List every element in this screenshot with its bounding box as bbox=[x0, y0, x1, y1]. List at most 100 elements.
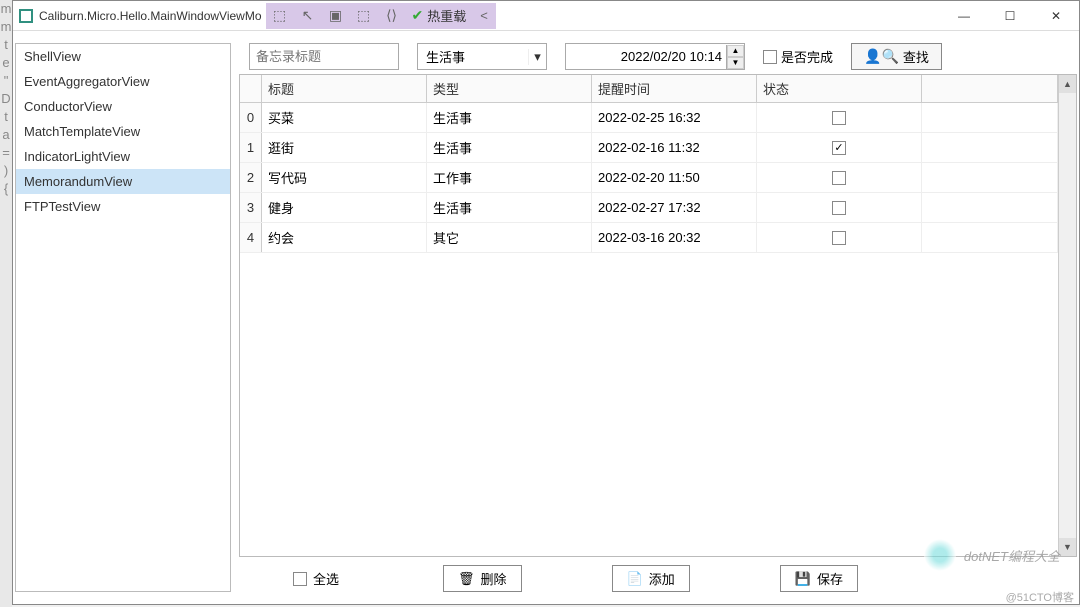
search-label: 查找 bbox=[903, 47, 929, 66]
trash-icon: 🗑 bbox=[458, 571, 475, 587]
cell-empty bbox=[922, 103, 1058, 132]
filter-row: 生活事 ▾ 2022/02/20 10:14 ▲ ▼ 是否完成 👤🔍 查找 bbox=[239, 43, 1077, 70]
vertical-scrollbar[interactable]: ▲ ▼ bbox=[1058, 75, 1076, 556]
scroll-down-icon[interactable]: ▼ bbox=[1059, 538, 1076, 556]
sidebar-item-eventaggregatorview[interactable]: EventAggregatorView bbox=[16, 69, 230, 94]
cell-empty bbox=[922, 133, 1058, 162]
sidebar-item-matchtemplateview[interactable]: MatchTemplateView bbox=[16, 119, 230, 144]
title-input[interactable] bbox=[249, 43, 399, 70]
close-button[interactable]: ✕ bbox=[1033, 1, 1079, 31]
tool-icon-1[interactable]: ⬚ bbox=[266, 4, 294, 28]
cell-title[interactable]: 买菜 bbox=[262, 103, 427, 132]
titlebar: Caliburn.Micro.Hello.MainWindowViewMo ⬚ … bbox=[13, 1, 1079, 31]
maximize-button[interactable]: ☐ bbox=[987, 1, 1033, 31]
cell-time[interactable]: 2022-03-16 20:32 bbox=[592, 223, 757, 252]
row-index: 1 bbox=[240, 133, 262, 162]
sidebar-item-ftptestview[interactable]: FTPTestView bbox=[16, 194, 230, 219]
checkbox-icon[interactable]: ✓ bbox=[832, 141, 846, 155]
delete-button[interactable]: 🗑 删除 bbox=[443, 565, 522, 592]
cell-empty bbox=[922, 163, 1058, 192]
minimize-button[interactable]: — bbox=[941, 1, 987, 31]
watermark: dotNET编程大全 bbox=[924, 539, 1060, 571]
rowhead-corner bbox=[240, 75, 262, 102]
window-title: Caliburn.Micro.Hello.MainWindowViewMo bbox=[39, 9, 262, 23]
cell-title[interactable]: 健身 bbox=[262, 193, 427, 222]
checkbox-icon[interactable] bbox=[832, 201, 846, 215]
done-label: 是否完成 bbox=[781, 47, 833, 66]
tool-icon-2[interactable]: ↖ bbox=[294, 4, 322, 28]
data-grid: 标题 类型 提醒时间 状态 0买菜生活事2022-02-25 16:321逛街生… bbox=[239, 74, 1077, 557]
col-header-type[interactable]: 类型 bbox=[427, 75, 592, 102]
col-header-title[interactable]: 标题 bbox=[262, 75, 427, 102]
cell-type[interactable]: 生活事 bbox=[427, 193, 592, 222]
save-label: 保存 bbox=[817, 569, 843, 588]
table-row[interactable]: 3健身生活事2022-02-27 17:32 bbox=[240, 193, 1058, 223]
scroll-up-icon[interactable]: ▲ bbox=[1059, 75, 1076, 93]
cell-status[interactable] bbox=[757, 163, 922, 192]
checkbox-icon[interactable] bbox=[763, 50, 777, 64]
table-row[interactable]: 2写代码工作事2022-02-20 11:50 bbox=[240, 163, 1058, 193]
checkbox-icon[interactable] bbox=[293, 572, 307, 586]
cell-title[interactable]: 写代码 bbox=[262, 163, 427, 192]
cell-status[interactable]: ✓ bbox=[757, 133, 922, 162]
hot-reload-button[interactable]: ✔ 热重载 bbox=[406, 6, 473, 25]
row-index: 3 bbox=[240, 193, 262, 222]
spin-down-icon[interactable]: ▼ bbox=[727, 57, 744, 69]
sidebar-item-memorandumview[interactable]: MemorandumView bbox=[16, 169, 230, 194]
watermark-logo-icon bbox=[924, 539, 956, 571]
tool-icon-5[interactable]: ⟨⟩ bbox=[378, 4, 406, 28]
cell-status[interactable] bbox=[757, 193, 922, 222]
save-button[interactable]: 💾 保存 bbox=[780, 565, 858, 592]
cell-empty bbox=[922, 223, 1058, 252]
type-combo[interactable]: 生活事 ▾ bbox=[417, 43, 547, 70]
app-icon bbox=[19, 9, 33, 23]
table-row[interactable]: 1逛街生活事2022-02-16 11:32 ✓ bbox=[240, 133, 1058, 163]
cell-time[interactable]: 2022-02-25 16:32 bbox=[592, 103, 757, 132]
add-icon: 📄 bbox=[627, 571, 643, 587]
chevron-left-icon[interactable]: < bbox=[472, 8, 496, 23]
type-selected: 生活事 bbox=[418, 47, 528, 66]
cell-time[interactable]: 2022-02-27 17:32 bbox=[592, 193, 757, 222]
cell-type[interactable]: 工作事 bbox=[427, 163, 592, 192]
datetime-picker[interactable]: 2022/02/20 10:14 ▲ ▼ bbox=[565, 43, 745, 70]
add-label: 添加 bbox=[649, 569, 675, 588]
footer-credit: @51CTO博客 bbox=[1006, 589, 1074, 605]
datetime-value: 2022/02/20 10:14 bbox=[566, 49, 726, 64]
cell-type[interactable]: 其它 bbox=[427, 223, 592, 252]
add-button[interactable]: 📄 添加 bbox=[612, 565, 690, 592]
sidebar-item-shellview[interactable]: ShellView bbox=[16, 44, 230, 69]
table-row[interactable]: 0买菜生活事2022-02-25 16:32 bbox=[240, 103, 1058, 133]
checkbox-icon[interactable] bbox=[832, 231, 846, 245]
cell-type[interactable]: 生活事 bbox=[427, 133, 592, 162]
select-all[interactable]: 全选 bbox=[279, 565, 353, 592]
sidebar-item-indicatorlightview[interactable]: IndicatorLightView bbox=[16, 144, 230, 169]
dropdown-arrow-icon: ▾ bbox=[528, 49, 546, 65]
checkbox-icon[interactable] bbox=[832, 111, 846, 125]
table-row[interactable]: 4约会其它2022-03-16 20:32 bbox=[240, 223, 1058, 253]
spinner[interactable]: ▲ ▼ bbox=[726, 45, 744, 69]
sidebar-item-conductorview[interactable]: ConductorView bbox=[16, 94, 230, 119]
done-filter[interactable]: 是否完成 bbox=[763, 47, 833, 66]
save-icon: 💾 bbox=[795, 571, 811, 587]
cell-title[interactable]: 约会 bbox=[262, 223, 427, 252]
checkbox-icon[interactable] bbox=[832, 171, 846, 185]
debug-toolbar: ⬚ ↖ ▣ ⬚ ⟨⟩ ✔ 热重载 < bbox=[266, 3, 496, 29]
cell-time[interactable]: 2022-02-20 11:50 bbox=[592, 163, 757, 192]
col-header-empty bbox=[922, 75, 1058, 102]
col-header-status[interactable]: 状态 bbox=[757, 75, 922, 102]
cell-type[interactable]: 生活事 bbox=[427, 103, 592, 132]
tool-icon-3[interactable]: ▣ bbox=[322, 4, 350, 28]
check-icon: ✔ bbox=[412, 7, 424, 24]
row-index: 4 bbox=[240, 223, 262, 252]
delete-label: 删除 bbox=[481, 569, 507, 588]
watermark-text: dotNET编程大全 bbox=[964, 546, 1060, 565]
tool-icon-4[interactable]: ⬚ bbox=[350, 4, 378, 28]
cell-status[interactable] bbox=[757, 223, 922, 252]
col-header-time[interactable]: 提醒时间 bbox=[592, 75, 757, 102]
cell-status[interactable] bbox=[757, 103, 922, 132]
search-button[interactable]: 👤🔍 查找 bbox=[851, 43, 942, 70]
cell-title[interactable]: 逛街 bbox=[262, 133, 427, 162]
hot-reload-label: 热重载 bbox=[427, 6, 466, 25]
spin-up-icon[interactable]: ▲ bbox=[727, 45, 744, 57]
cell-time[interactable]: 2022-02-16 11:32 bbox=[592, 133, 757, 162]
